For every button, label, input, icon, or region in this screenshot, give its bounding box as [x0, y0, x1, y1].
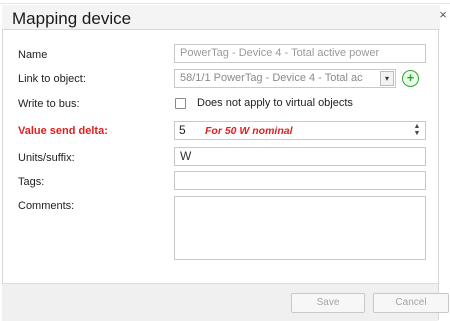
value-send-delta-hint: For 50 W nominal	[205, 125, 293, 137]
mapping-device-dialog: Mapping device × Name PowerTag - Device …	[0, 0, 450, 321]
name-field[interactable]: PowerTag - Device 4 - Total active power	[174, 44, 426, 63]
save-button[interactable]: Save	[291, 293, 365, 313]
tags-label: Tags:	[18, 176, 45, 188]
write-to-bus-checkbox[interactable]	[175, 98, 186, 109]
link-to-object-label: Link to object:	[18, 73, 86, 85]
link-to-object-value: 58/1/1 PowerTag - Device 4 - Total ac	[180, 72, 363, 84]
link-to-object-select[interactable]: 58/1/1 PowerTag - Device 4 - Total ac ▾	[174, 69, 396, 88]
comments-label: Comments:	[18, 200, 75, 212]
units-suffix-field[interactable]: W	[174, 147, 426, 166]
name-label: Name	[18, 49, 48, 61]
dialog-titlebar: Mapping device	[2, 5, 440, 30]
add-circle-icon[interactable]: +	[402, 70, 419, 87]
right-border	[438, 30, 439, 320]
value-send-delta-label: Value send delta:	[18, 125, 108, 137]
top-border	[0, 3, 450, 4]
close-icon[interactable]: ×	[438, 8, 448, 22]
value-send-delta-stepper[interactable]: 5 For 50 W nominal ▲ ▼	[174, 121, 426, 140]
value-send-delta-value: 5	[179, 123, 186, 137]
arrow-up-icon[interactable]: ▲	[412, 123, 422, 130]
stepper-arrows-icon[interactable]: ▲ ▼	[412, 123, 422, 138]
dialog-title: Mapping device	[12, 9, 132, 28]
arrow-down-icon[interactable]: ▼	[412, 130, 422, 137]
units-suffix-label: Units/suffix:	[18, 152, 75, 164]
left-border	[2, 30, 3, 320]
tags-field[interactable]	[174, 171, 426, 190]
cancel-button[interactable]: Cancel	[373, 293, 449, 313]
chevron-down-icon[interactable]: ▾	[380, 71, 394, 86]
comments-textarea[interactable]	[174, 196, 426, 260]
write-to-bus-label: Write to bus:	[18, 98, 80, 110]
write-to-bus-checkbox-label: Does not apply to virtual objects	[197, 97, 353, 109]
